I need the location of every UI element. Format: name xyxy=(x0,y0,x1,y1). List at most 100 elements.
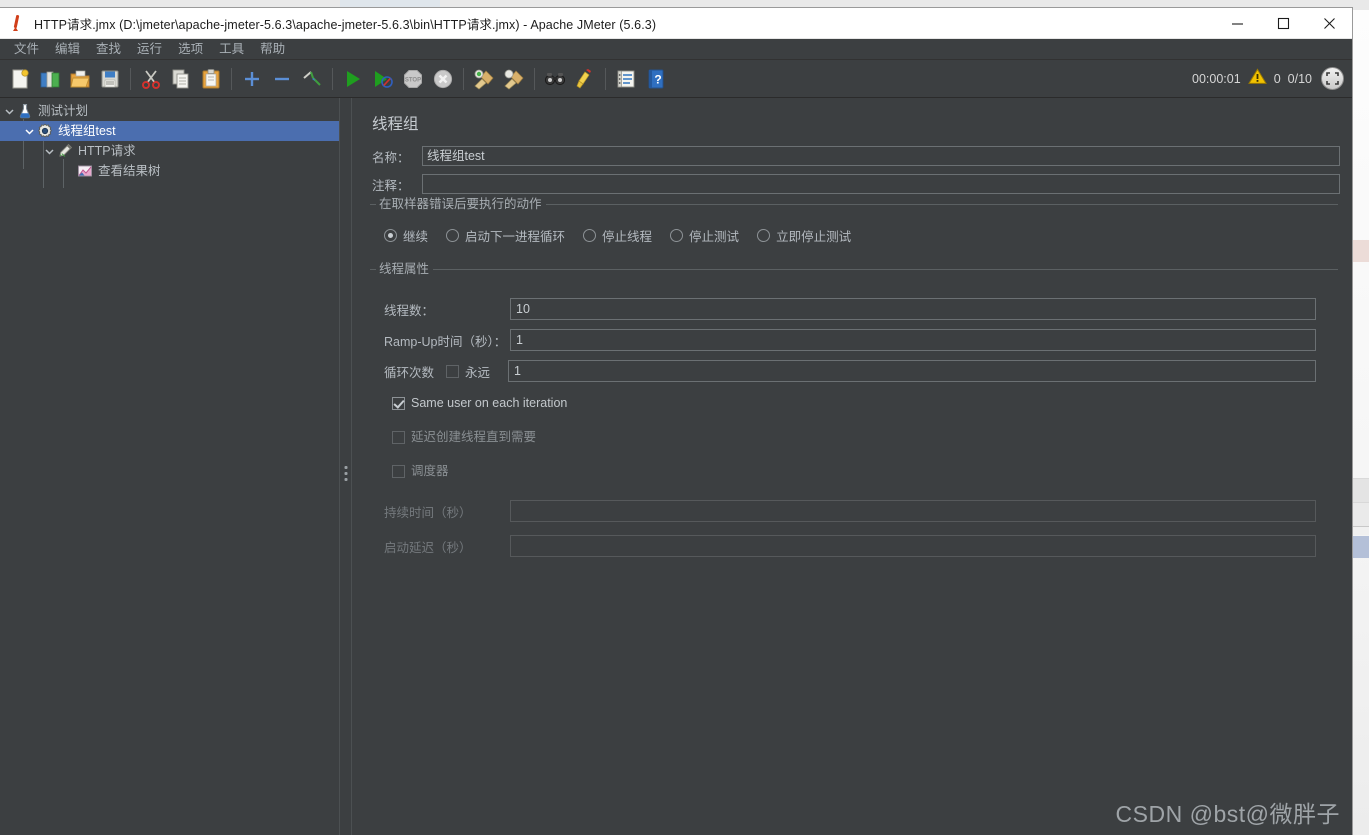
radio-label: 停止线程 xyxy=(602,230,653,244)
tree-node-thread-group[interactable]: 线程组test xyxy=(0,121,339,141)
radio-label: 立即停止测试 xyxy=(776,230,852,244)
duration-input[interactable] xyxy=(510,500,1316,522)
page-title: 线程组 xyxy=(372,116,419,133)
save-icon[interactable] xyxy=(97,66,123,92)
menu-help[interactable]: 帮助 xyxy=(252,39,293,59)
startup-delay-label: 启动延迟（秒） xyxy=(384,540,472,555)
name-label: 名称： xyxy=(372,150,410,165)
comment-input[interactable] xyxy=(422,174,1340,194)
rampup-input[interactable] xyxy=(510,329,1316,351)
templates-icon[interactable] xyxy=(37,66,63,92)
radio-mark-icon xyxy=(384,229,397,242)
scheduler-row[interactable]: 调度器 xyxy=(392,459,1338,483)
radio-stop-test-now[interactable]: 立即停止测试 xyxy=(757,226,851,245)
sampler-error-action-options: 继续 启动下一进程循环 停止线程 停止测试 立即停止测试 xyxy=(370,219,1338,255)
radio-label: 停止测试 xyxy=(689,230,740,244)
shutdown-icon[interactable] xyxy=(430,66,456,92)
maximize-icon[interactable] xyxy=(1260,8,1306,38)
checkbox-icon[interactable] xyxy=(392,430,405,444)
tree-node-http-request[interactable]: HTTP请求 xyxy=(0,141,339,161)
radio-continue[interactable]: 继续 xyxy=(384,226,428,245)
thread-properties-title: 线程属性 xyxy=(376,262,434,277)
help-icon[interactable]: ? xyxy=(643,66,669,92)
same-user-row[interactable]: Same user on each iteration xyxy=(392,391,1338,415)
elapsed-timer: 00:00:01 xyxy=(1192,71,1241,86)
title-bar[interactable]: HTTP请求.jmx (D:\jmeter\apache-jmeter-5.6.… xyxy=(0,8,1352,39)
startup-delay-input[interactable] xyxy=(510,535,1316,557)
menu-file[interactable]: 文件 xyxy=(6,39,47,59)
threads-row: 线程数： xyxy=(370,298,1338,320)
chevron-down-icon[interactable] xyxy=(42,141,56,161)
checkbox-icon[interactable] xyxy=(392,396,405,410)
radio-start-next-loop[interactable]: 启动下一进程循环 xyxy=(446,226,565,245)
background-window-highlight-row xyxy=(1352,240,1369,262)
tree-guides xyxy=(0,98,339,835)
expand-all-icon[interactable] xyxy=(239,66,265,92)
search-icon[interactable] xyxy=(542,66,568,92)
duration-label: 持续时间（秒） xyxy=(384,505,472,520)
toolbar-status: 00:00:01 0 0/10 xyxy=(1192,60,1344,97)
close-icon[interactable] xyxy=(1306,8,1352,38)
cut-icon[interactable] xyxy=(138,66,164,92)
startup-delay-row: 启动延迟（秒） xyxy=(370,535,1338,557)
window-controls xyxy=(1214,8,1352,38)
watermark: CSDN @bst@微胖子 xyxy=(1115,801,1340,827)
duration-row: 持续时间（秒） xyxy=(370,500,1338,522)
thread-properties-group: 线程属性 线程数： Ramp-Up时间（秒）： 循环次数 永远 xyxy=(370,262,1338,557)
start-icon[interactable] xyxy=(340,66,366,92)
checkbox-icon[interactable] xyxy=(392,464,405,478)
delay-thread-creation-row[interactable]: 延迟创建线程直到需要 xyxy=(392,425,1338,449)
view-results-tree-icon xyxy=(76,162,94,180)
menu-search[interactable]: 查找 xyxy=(88,39,129,59)
remote-nodes-icon[interactable] xyxy=(1321,67,1344,90)
clear-icon[interactable] xyxy=(471,66,497,92)
new-icon[interactable] xyxy=(7,66,33,92)
screen: HTTP请求.jmx (D:\jmeter\apache-jmeter-5.6.… xyxy=(0,0,1369,835)
split-divider[interactable] xyxy=(339,98,352,835)
tree-node-view-results-tree[interactable]: 查看结果树 xyxy=(0,161,339,181)
name-input[interactable] xyxy=(422,146,1340,166)
radio-label: 启动下一进程循环 xyxy=(465,230,566,244)
minimize-icon[interactable] xyxy=(1214,8,1260,38)
radio-stop-test[interactable]: 停止测试 xyxy=(670,226,739,245)
function-helper-icon[interactable] xyxy=(613,66,639,92)
active-threads-count: 0/10 xyxy=(1287,71,1312,86)
forever-checkbox[interactable]: 永远 xyxy=(446,362,498,381)
menu-tools[interactable]: 工具 xyxy=(211,39,252,59)
stop-icon[interactable]: STOP xyxy=(400,66,426,92)
divider-grip-icon[interactable] xyxy=(344,466,347,481)
scheduler-label: 调度器 xyxy=(411,464,449,478)
menu-run[interactable]: 运行 xyxy=(129,39,170,59)
loop-count-input[interactable] xyxy=(508,360,1316,382)
paste-icon[interactable] xyxy=(198,66,224,92)
background-window-selected-row xyxy=(1352,536,1369,558)
test-plan-tree[interactable]: 测试计划 线程组test HTTP请求 查看结果树 xyxy=(0,98,339,835)
clear-all-icon[interactable] xyxy=(501,66,527,92)
start-no-pauses-icon[interactable] xyxy=(370,66,396,92)
forever-label: 永远 xyxy=(465,365,491,380)
toggle-icon[interactable] xyxy=(299,66,325,92)
test-plan-icon xyxy=(16,102,34,120)
tree-node-test-plan[interactable]: 测试计划 xyxy=(0,101,339,121)
background-window-row-b xyxy=(1352,502,1369,527)
collapse-all-icon[interactable] xyxy=(269,66,295,92)
chevron-down-icon[interactable] xyxy=(22,121,36,141)
radio-mark-icon xyxy=(583,229,597,242)
background-window-row-a xyxy=(1352,478,1369,503)
comment-label: 注释： xyxy=(372,178,410,193)
chevron-down-icon[interactable] xyxy=(2,101,16,121)
warning-triangle-icon[interactable] xyxy=(1247,67,1267,90)
copy-icon[interactable] xyxy=(168,66,194,92)
reset-search-icon[interactable] xyxy=(572,66,598,92)
radio-stop-thread[interactable]: 停止线程 xyxy=(583,226,652,245)
thread-group-editor: 线程组 名称： 注释： 在取样器错误后要执行的动作 继续 xyxy=(352,98,1352,835)
background-window-row-c xyxy=(1352,526,1369,535)
menu-options[interactable]: 选项 xyxy=(170,39,211,59)
http-sampler-icon xyxy=(56,142,74,160)
threads-input[interactable] xyxy=(510,298,1316,320)
radio-mark-icon xyxy=(670,229,684,242)
radio-mark-icon xyxy=(446,229,460,242)
menu-edit[interactable]: 编辑 xyxy=(47,39,88,59)
thread-group-icon xyxy=(36,122,54,140)
open-icon[interactable] xyxy=(67,66,93,92)
